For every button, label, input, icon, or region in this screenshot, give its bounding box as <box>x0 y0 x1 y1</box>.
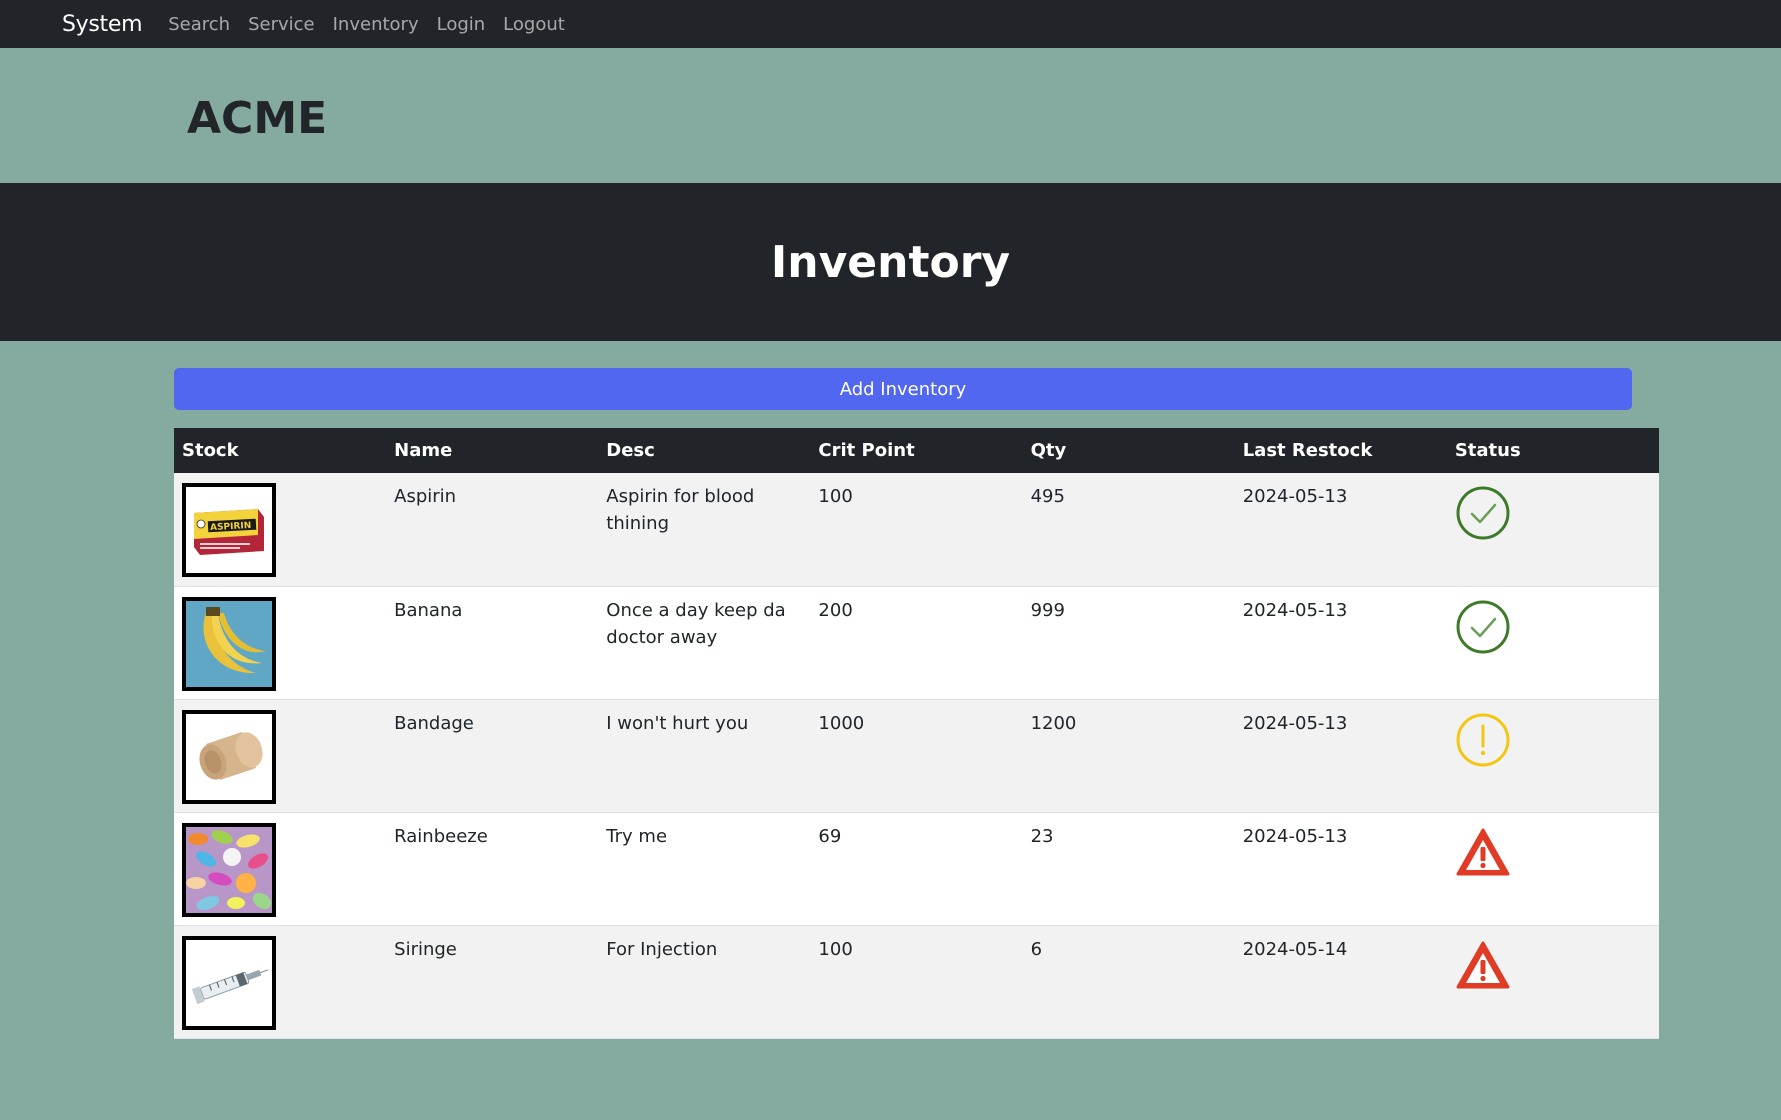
page-title: Inventory <box>770 236 1011 288</box>
table-row: ASPIRIN Aspirin Aspirin for blood thinin… <box>174 473 1659 586</box>
item-name: Aspirin <box>394 486 457 507</box>
check-circle-icon <box>1456 486 1510 540</box>
warning-triangle-icon <box>1456 828 1510 875</box>
item-name: Banana <box>394 599 463 621</box>
table-row: Bandage I won't hurt you 1000 1200 2024-… <box>174 699 1659 812</box>
stock-cell <box>174 586 386 699</box>
nav-link-service[interactable]: Service <box>248 14 315 35</box>
site-header: ACME <box>0 48 1781 183</box>
item-crit-point: 200 <box>818 599 853 621</box>
status-cell <box>1447 473 1659 586</box>
table-row: Siringe For Injection 100 6 2024-05-14 <box>174 925 1659 1038</box>
page-hero: Inventory <box>0 183 1781 341</box>
stock-image-banana <box>182 596 276 691</box>
item-name: Rainbeeze <box>394 825 488 847</box>
navbar-brand[interactable]: System <box>62 12 143 37</box>
item-crit-point: 69 <box>818 825 842 847</box>
item-qty: 1200 <box>1030 712 1077 734</box>
inventory-table: Stock Name Desc Crit Point Qty Last Rest… <box>174 428 1659 1039</box>
warning-triangle-icon <box>1456 941 1510 988</box>
table-row: Rainbeeze Try me 69 23 2024-05-13 <box>174 812 1659 925</box>
table-header-row: Stock Name Desc Crit Point Qty Last Rest… <box>174 428 1659 473</box>
nav-link-logout[interactable]: Logout <box>503 14 565 35</box>
aspirin-box-icon: ASPIRIN <box>186 487 272 573</box>
table-row: Banana Once a day keep da doctor away 20… <box>174 586 1659 699</box>
nav-link-login[interactable]: Login <box>437 14 486 35</box>
column-header-desc: Desc <box>606 440 655 461</box>
main-content: Add Inventory Stock Name Desc Crit Point… <box>0 341 1781 1039</box>
top-navbar: System Search Service Inventory Login Lo… <box>0 0 1781 48</box>
item-name: Bandage <box>394 712 474 734</box>
column-header-status: Status <box>1454 440 1521 461</box>
item-desc: Aspirin for blood thining <box>606 486 755 534</box>
nav-link-search[interactable]: Search <box>168 14 230 35</box>
stock-cell <box>174 925 386 1038</box>
item-crit-point: 100 <box>818 486 853 507</box>
item-last-restock: 2024-05-14 <box>1242 938 1348 960</box>
item-name: Siringe <box>394 938 457 960</box>
item-qty: 495 <box>1030 486 1065 507</box>
stock-cell: ASPIRIN <box>174 473 386 586</box>
site-title: ACME <box>187 93 328 144</box>
item-crit-point: 100 <box>818 938 853 960</box>
stock-image-siringe <box>182 935 276 1030</box>
stock-cell <box>174 812 386 925</box>
status-cell <box>1447 586 1659 699</box>
item-qty: 6 <box>1030 938 1043 960</box>
colorful-pills-icon <box>186 826 272 913</box>
status-cell <box>1447 812 1659 925</box>
item-last-restock: 2024-05-13 <box>1242 599 1348 621</box>
bananas-icon <box>186 600 272 687</box>
add-inventory-button[interactable]: Add Inventory <box>174 368 1632 410</box>
exclamation-circle-icon <box>1456 713 1510 766</box>
item-crit-point: 1000 <box>818 712 865 734</box>
stock-image-aspirin: ASPIRIN <box>182 483 276 577</box>
check-circle-icon <box>1456 600 1510 653</box>
item-desc: Try me <box>606 825 668 847</box>
stock-image-rainbeeze <box>182 822 276 917</box>
stock-image-bandage <box>182 709 276 804</box>
status-cell <box>1447 925 1659 1038</box>
item-desc: I won't hurt you <box>606 712 749 734</box>
column-header-crit-point: Crit Point <box>818 440 915 461</box>
item-last-restock: 2024-05-13 <box>1242 712 1348 734</box>
item-desc: Once a day keep da doctor away <box>606 599 786 648</box>
column-header-stock: Stock <box>182 440 239 461</box>
item-desc: For Injection <box>606 938 718 960</box>
bandage-roll-icon <box>186 713 272 800</box>
nav-link-inventory[interactable]: Inventory <box>333 14 419 35</box>
column-header-name: Name <box>394 440 453 461</box>
syringe-icon <box>186 939 272 1026</box>
stock-cell <box>174 699 386 812</box>
column-header-last-restock: Last Restock <box>1242 440 1373 461</box>
status-cell <box>1447 699 1659 812</box>
item-qty: 999 <box>1030 599 1065 621</box>
column-header-qty: Qty <box>1030 440 1067 461</box>
item-last-restock: 2024-05-13 <box>1242 825 1348 847</box>
item-qty: 23 <box>1030 825 1054 847</box>
item-last-restock: 2024-05-13 <box>1242 486 1348 507</box>
